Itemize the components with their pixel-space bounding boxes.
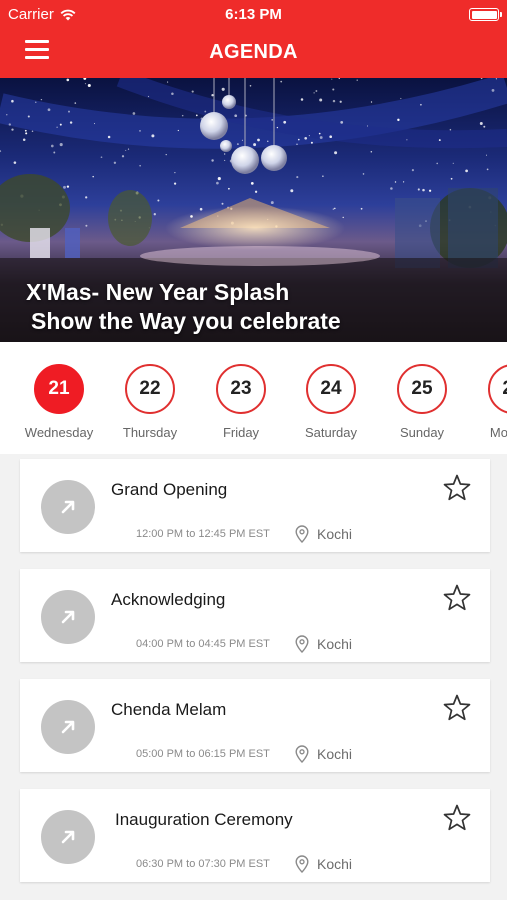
event-location: Kochi <box>317 636 353 652</box>
app-header: Carrier 6:13 PM AGENDA <box>0 0 507 78</box>
arrow-up-right-icon <box>61 830 75 844</box>
star-icon[interactable] <box>442 473 472 503</box>
location-pin-icon <box>295 855 309 873</box>
date-weekday: Friday <box>222 425 260 440</box>
date-selector: 21 Wednesday 22 Thursday 23 Friday 24 Sa… <box>0 342 507 454</box>
event-location: Kochi <box>317 746 353 762</box>
star-icon[interactable] <box>442 583 472 613</box>
arrow-up-right-icon <box>61 610 75 624</box>
event-location: Kochi <box>317 526 353 542</box>
arrow-up-right-icon <box>61 720 75 734</box>
date-number: 23 <box>216 364 266 414</box>
arrow-up-right-icon <box>61 500 75 514</box>
clock: 6:13 PM <box>225 6 282 23</box>
location-pin-icon <box>295 635 309 653</box>
event-avatar <box>41 700 95 754</box>
event-time: 04:00 PM to 04:45 PM EST <box>136 638 270 650</box>
star-icon[interactable] <box>442 803 472 833</box>
banner-title-line-2: Show the Way you celebrate <box>31 308 341 334</box>
event-avatar <box>41 810 95 864</box>
event-banner[interactable]: X'Mas- New Year Splash Show the Way you … <box>0 78 507 342</box>
location-pin-icon <box>295 745 309 763</box>
nav-bar: AGENDA <box>0 28 507 78</box>
status-bar: Carrier 6:13 PM <box>0 0 507 28</box>
date-item[interactable]: 26 Monday <box>463 364 507 440</box>
star-icon[interactable] <box>442 693 472 723</box>
date-number: 24 <box>306 364 356 414</box>
date-item[interactable]: 22 Thursday <box>100 364 200 440</box>
date-number: 22 <box>125 364 175 414</box>
event-title: Grand Opening <box>111 480 228 499</box>
date-item[interactable]: 21 Wednesday <box>9 364 109 440</box>
event-location: Kochi <box>317 856 353 872</box>
date-item[interactable]: 24 Saturday <box>281 364 381 440</box>
event-time: 05:00 PM to 06:15 PM EST <box>136 748 270 760</box>
event-time: 06:30 PM to 07:30 PM EST <box>136 858 270 870</box>
event-card[interactable]: Acknowledging 04:00 PM to 04:45 PM EST K… <box>20 569 490 662</box>
banner-title-line-1: X'Mas- New Year Splash <box>26 279 290 305</box>
event-avatar <box>41 590 95 644</box>
banner-title: X'Mas- New Year Splash Show the Way you … <box>26 278 341 336</box>
event-title: Acknowledging <box>111 590 226 609</box>
event-time: 12:00 PM to 12:45 PM EST <box>136 528 270 540</box>
date-weekday: Sunday <box>399 425 445 440</box>
event-title: Chenda Melam <box>111 700 227 719</box>
date-number: 21 <box>34 364 84 414</box>
date-item[interactable]: 25 Sunday <box>372 364 472 440</box>
event-title: Inauguration Ceremony <box>115 810 293 829</box>
date-weekday: Thursday <box>122 425 178 440</box>
date-number: 25 <box>397 364 447 414</box>
date-weekday: Monday <box>489 425 507 440</box>
date-weekday: Wednesday <box>24 425 94 440</box>
event-card[interactable]: Grand Opening 12:00 PM to 12:45 PM EST K… <box>20 459 490 552</box>
location-pin-icon <box>295 525 309 543</box>
date-weekday: Saturday <box>304 425 358 440</box>
date-number: 26 <box>488 364 507 414</box>
event-avatar <box>41 480 95 534</box>
battery-icon <box>469 8 502 21</box>
date-item[interactable]: 23 Friday <box>191 364 291 440</box>
event-card[interactable]: Inauguration Ceremony 06:30 PM to 07:30 … <box>20 789 490 882</box>
page-title: AGENDA <box>209 41 298 63</box>
event-card[interactable]: Chenda Melam 05:00 PM to 06:15 PM EST Ko… <box>20 679 490 772</box>
